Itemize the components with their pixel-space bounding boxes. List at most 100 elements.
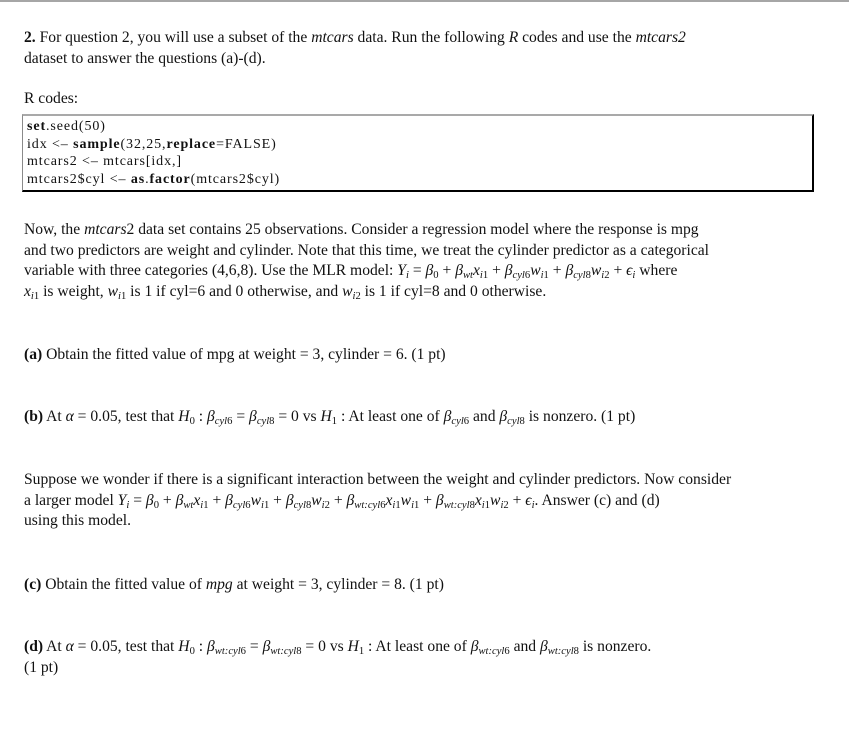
- part-label: (d): [24, 638, 44, 655]
- code-token: sample: [73, 136, 121, 152]
- question-intro: 2. For question 2, you will use a subset…: [24, 28, 814, 69]
- text-span: At: [43, 408, 66, 425]
- text-span: 2 data set contains 25 observations. Con…: [126, 221, 699, 238]
- text-span: :: [198, 638, 204, 655]
- math-subscript: i1: [540, 269, 549, 281]
- text-span: is weight,: [39, 282, 108, 300]
- code-token: .seed(50): [46, 119, 106, 134]
- text-span: 8: [585, 269, 591, 281]
- code-token: (mtcars2$cyl): [190, 171, 281, 187]
- code-token: mtcars2$cyl <–: [27, 171, 131, 187]
- text-span: =: [133, 491, 143, 509]
- code-token: replace: [166, 136, 217, 152]
- text-span: βwt:cyl6: [470, 638, 510, 657]
- text-span: 8: [305, 499, 312, 511]
- intro-text: codes and use the: [518, 29, 636, 46]
- code-listing: set.seed(50) idx <– sample(32,25,replace=…: [27, 118, 280, 188]
- text-span: =: [412, 262, 422, 279]
- code-token: (32,25,: [120, 136, 167, 152]
- text-span: At: [43, 638, 66, 655]
- part-b: (b) At α = 0.05, test that H0 : βcyl6 = …: [24, 407, 814, 428]
- part-a-text: Obtain the fitted value of mpg at weight…: [42, 346, 446, 363]
- text-span: variable with three categories (4,6,8). …: [24, 262, 398, 279]
- intro-text: data. Run the following: [353, 29, 509, 46]
- math-subscript: cyl6: [232, 499, 251, 511]
- math-subscript: i1: [30, 290, 40, 302]
- math-subscript: i1: [411, 499, 420, 511]
- part-c: (c) Obtain the fitted value of mpg at we…: [24, 575, 814, 596]
- math-subscript: i2: [500, 499, 509, 511]
- math-subscript: wt: [183, 499, 194, 511]
- text-span: 2: [503, 499, 509, 511]
- text-span: =: [236, 408, 246, 425]
- text-span: H1: [320, 408, 338, 427]
- code-label: R codes:: [24, 90, 79, 107]
- text-span: wi2: [342, 282, 361, 302]
- text-span: :: [198, 408, 204, 425]
- code-line: set.seed(50): [27, 118, 280, 136]
- text-span: . Answer (c) and (d): [534, 491, 660, 509]
- text-span: : At least one of: [337, 408, 444, 425]
- question-intro-line2: dataset to answer the questions (a)-(d).: [24, 49, 266, 67]
- text-span: βcyl6: [443, 408, 470, 427]
- part-d-line2: (1 pt): [24, 658, 59, 676]
- math-subscript: cyl8: [507, 415, 525, 427]
- code-token: idx <–: [27, 136, 74, 152]
- intro-text: For question 2, you will use a subset of…: [39, 29, 312, 46]
- text-span: = 0 vs: [301, 638, 348, 655]
- text-span: +: [442, 262, 452, 279]
- text-span: +: [273, 491, 282, 509]
- math-subscript: i1: [260, 499, 270, 511]
- text-span: mtcars: [84, 221, 127, 238]
- text-span: H0 : βcyl6 = βcyl8: [178, 408, 275, 427]
- dataset-name: mtcars: [311, 29, 354, 46]
- text-span: wi1: [107, 282, 127, 302]
- math-subscript: wt: [462, 269, 473, 281]
- code-box: set.seed(50) idx <– sample(32,25,replace=…: [22, 114, 814, 192]
- text-span: =: [249, 638, 259, 655]
- model-line2: and two predictors are weight and cylind…: [24, 241, 709, 259]
- text-span: : At least one of: [364, 638, 471, 655]
- question-intro-line1: 2. For question 2, you will use a subset…: [24, 28, 814, 49]
- text-span: βcyl8: [499, 408, 525, 427]
- model-line1: Now, the mtcars2 data set contains 25 ob…: [24, 220, 814, 241]
- text-span: +: [492, 262, 501, 279]
- part-d-line1: (d) At α = 0.05, test that H0 : βwt:cyl6…: [24, 637, 814, 658]
- text-span: 8: [469, 499, 475, 511]
- part-d: (d) At α = 0.05, test that H0 : βwt:cyl6…: [24, 637, 814, 678]
- math-subscript: cyl8: [293, 499, 312, 511]
- code-line: mtcars2$cyl <– as.factor(mtcars2$cyl): [27, 171, 280, 189]
- code-token: as: [130, 171, 146, 187]
- text-span: Now, the: [24, 221, 85, 238]
- math-subscript: wt:cyl8: [547, 645, 579, 657]
- math-subscript: cyl8: [573, 269, 591, 281]
- interaction-line2: a larger model Yi = β0 + βwtxi1 + βcyl6w…: [24, 491, 814, 512]
- text-span: 1: [543, 269, 549, 281]
- text-span: α: [65, 408, 74, 425]
- math-subscript: wt:cyl8: [270, 645, 302, 657]
- text-span: Obtain the fitted value of: [41, 576, 206, 593]
- text-span: 6: [524, 269, 531, 281]
- math-subscript: i1: [392, 499, 401, 511]
- code-line: idx <– sample(32,25,replace=FALSE): [27, 136, 280, 154]
- text-span: 6: [240, 645, 246, 657]
- text-span: 1: [414, 499, 420, 511]
- part-label: (b): [24, 408, 44, 425]
- math-subscript: 0: [189, 645, 195, 657]
- text-span: a larger model: [24, 491, 118, 509]
- text-span: 6: [245, 499, 251, 511]
- math-subscript: i2: [601, 269, 610, 281]
- text-span: is nonzero. (1 pt): [524, 408, 636, 425]
- text-span: 1: [482, 269, 489, 281]
- math-subscript: cyl8: [256, 415, 275, 427]
- text-span: mpg: [205, 576, 233, 593]
- text-span: = 0 vs: [274, 408, 321, 425]
- text-span: 2: [604, 269, 610, 281]
- text-span: 1: [484, 499, 491, 511]
- math-subscript: i2: [321, 499, 330, 511]
- text-span: = 0.05, test that: [73, 638, 179, 655]
- text-span: 1: [203, 499, 209, 511]
- text-span: is 1 if cyl=6 and 0 otherwise, and: [126, 282, 343, 300]
- math-subscript: wt:cyl8: [443, 499, 475, 511]
- part-a: (a) Obtain the fitted value of mpg at we…: [24, 345, 814, 366]
